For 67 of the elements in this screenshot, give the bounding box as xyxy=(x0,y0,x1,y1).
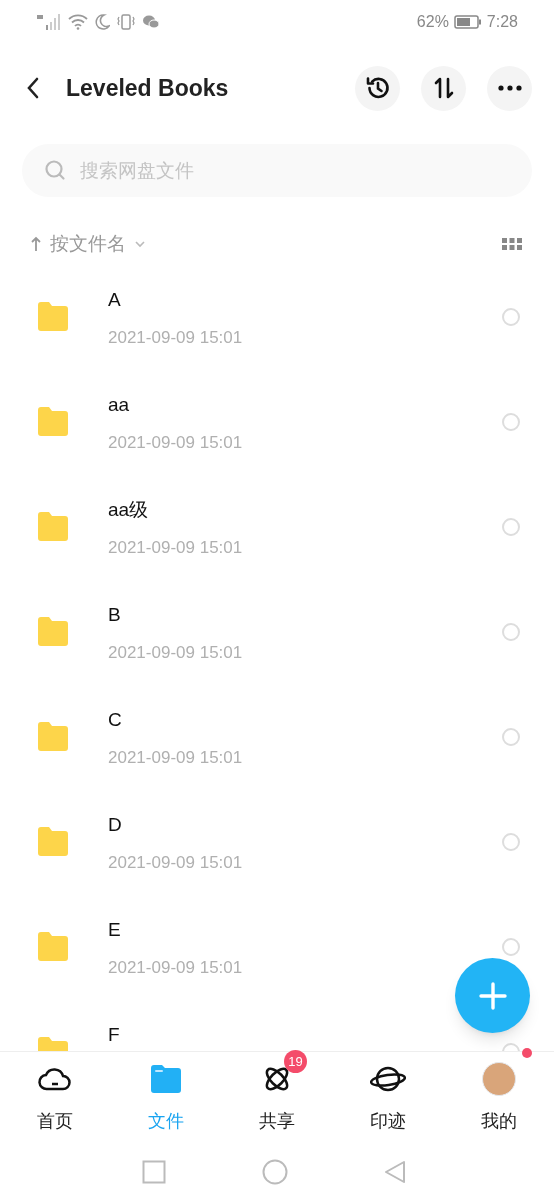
folder-date: 2021-09-09 15:01 xyxy=(108,641,244,664)
select-radio[interactable] xyxy=(502,518,520,536)
folder-name: C xyxy=(108,708,123,732)
nav-tab[interactable]: 我的 xyxy=(443,1052,554,1147)
nav-tab[interactable]: 首页 xyxy=(0,1052,111,1147)
nav-tab[interactable]: 印迹 xyxy=(332,1052,444,1147)
folder-name: aa xyxy=(108,393,131,417)
more-icon xyxy=(497,85,522,91)
folder-name: E xyxy=(108,918,122,942)
vibrate-icon xyxy=(116,14,136,30)
clock-time: 7:28 xyxy=(486,12,518,32)
planet-icon xyxy=(368,1064,407,1094)
home-circle-icon[interactable] xyxy=(262,1159,288,1185)
back-triangle-icon[interactable] xyxy=(384,1160,406,1184)
folder-icon xyxy=(36,931,70,961)
folder-name: D xyxy=(108,813,123,837)
history-button[interactable] xyxy=(355,65,400,111)
folder-row[interactable]: aa级 2021-09-09 15:01 xyxy=(0,475,554,580)
folder-name: A xyxy=(108,288,122,312)
battery-icon xyxy=(453,15,482,29)
folder-name: F xyxy=(108,1023,121,1047)
folder-row[interactable]: B 2021-09-09 15:01 xyxy=(0,580,554,685)
folder-row[interactable]: D 2021-09-09 15:01 xyxy=(0,790,554,895)
folder-icon xyxy=(36,301,70,331)
folder-date: 2021-09-09 15:01 xyxy=(108,326,244,349)
moon-icon xyxy=(94,14,110,30)
select-radio[interactable] xyxy=(502,833,520,851)
history-icon xyxy=(364,75,391,101)
grid-view-icon[interactable] xyxy=(502,238,522,250)
avatar-photo-placeholder xyxy=(481,1062,516,1096)
folder-row[interactable]: E 2021-09-09 15:01 xyxy=(0,895,554,1000)
folder-icon xyxy=(150,1064,183,1094)
more-button[interactable] xyxy=(487,65,532,111)
select-radio[interactable] xyxy=(502,728,520,746)
folder-name: B xyxy=(108,603,122,627)
page-title: Leveled Books xyxy=(66,73,230,103)
nav-tab[interactable]: 19 共享 xyxy=(221,1052,333,1147)
folder-date: 2021-09-09 15:01 xyxy=(108,851,244,874)
folder-icon xyxy=(36,406,70,436)
folder-icon xyxy=(36,721,70,751)
folder-icon xyxy=(36,826,70,856)
select-radio[interactable] xyxy=(502,413,520,431)
folder-date: 2021-09-09 15:01 xyxy=(108,536,244,559)
back-icon xyxy=(26,77,40,99)
battery-percent: 62% xyxy=(416,12,449,32)
select-radio[interactable] xyxy=(502,308,520,326)
search-icon xyxy=(44,159,66,181)
select-radio[interactable] xyxy=(502,623,520,641)
chevron-down-icon xyxy=(134,240,146,248)
plus-icon xyxy=(477,980,508,1011)
folder-row[interactable]: C 2021-09-09 15:01 xyxy=(0,685,554,790)
chat-icon xyxy=(142,14,160,30)
sort-button[interactable] xyxy=(421,65,466,111)
select-radio[interactable] xyxy=(502,938,520,956)
notification-badge: 19 xyxy=(284,1050,307,1073)
up-arrow-icon xyxy=(30,236,42,252)
folder-date: 2021-09-09 15:01 xyxy=(108,746,244,769)
folder-icon xyxy=(36,616,70,646)
folder-name: aa级 xyxy=(108,498,150,522)
folder-row[interactable]: aa 2021-09-09 15:01 xyxy=(0,370,554,475)
signal-icon xyxy=(36,13,62,31)
folder-icon xyxy=(36,511,70,541)
folder-date: 2021-09-09 15:01 xyxy=(108,956,244,979)
recent-apps-icon[interactable] xyxy=(142,1160,166,1184)
wifi-icon xyxy=(68,14,88,30)
folder-row[interactable]: A 2021-09-09 15:01 xyxy=(0,265,554,370)
folder-date: 2021-09-09 15:01 xyxy=(108,431,244,454)
